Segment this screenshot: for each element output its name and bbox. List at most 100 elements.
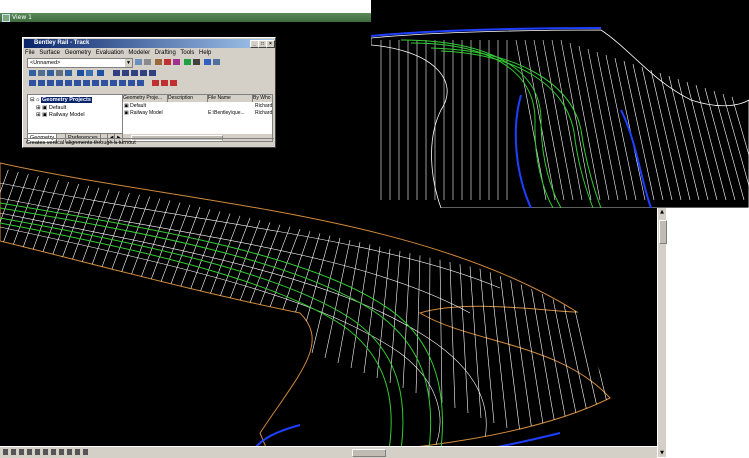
view-control-icon[interactable] bbox=[11, 449, 16, 455]
app-title: Bentley Rail - Track bbox=[34, 40, 90, 46]
viewport-title: View 1 bbox=[12, 14, 32, 21]
tool-icon[interactable] bbox=[97, 70, 104, 76]
menu-geometry[interactable]: Geometry bbox=[65, 50, 91, 56]
view-control-icon[interactable] bbox=[27, 449, 32, 455]
col-header-by[interactable]: By Who bbox=[253, 95, 272, 102]
tool-icon[interactable] bbox=[161, 80, 168, 86]
tool-icon[interactable] bbox=[184, 59, 191, 65]
tool-icon[interactable] bbox=[193, 59, 200, 65]
status-bar: Creates vertical alignments through a tu… bbox=[24, 138, 274, 147]
menu-evaluation[interactable]: Evaluation bbox=[96, 50, 124, 56]
rail-track-window: Bentley Rail - Track _ □ × File Surface … bbox=[22, 37, 276, 148]
col-header-name[interactable]: Geometry Proje... bbox=[123, 95, 168, 102]
tool-icon[interactable] bbox=[56, 80, 63, 86]
menu-modeler[interactable]: Modeler bbox=[128, 50, 150, 56]
row-by: Richard bbox=[255, 103, 272, 109]
app-title-bar[interactable]: Bentley Rail - Track _ □ × bbox=[24, 39, 275, 48]
tool-icon[interactable] bbox=[56, 70, 63, 76]
col-header-description[interactable]: Description bbox=[168, 95, 208, 102]
tool-icon[interactable] bbox=[213, 59, 220, 65]
tool-icon[interactable] bbox=[128, 80, 135, 86]
row-file: E:\Bentley\que... bbox=[208, 110, 245, 116]
project-combo[interactable]: <Unnamed> ▼ bbox=[27, 58, 133, 68]
view-control-icon[interactable] bbox=[43, 449, 48, 455]
toolbar-row-3 bbox=[27, 79, 187, 87]
tool-icon[interactable] bbox=[131, 70, 138, 76]
tool-icon[interactable] bbox=[29, 80, 36, 86]
tool-icon[interactable] bbox=[113, 70, 120, 76]
tool-icon[interactable] bbox=[135, 59, 142, 65]
tool-icon[interactable] bbox=[164, 59, 171, 65]
tool-icon[interactable] bbox=[155, 59, 162, 65]
scroll-thumb[interactable] bbox=[659, 220, 667, 244]
tool-icon[interactable] bbox=[149, 70, 156, 76]
tree-root-label: Geometry Projects bbox=[41, 97, 92, 103]
project-list[interactable]: Geometry Proje... Description File Name … bbox=[122, 94, 273, 142]
tree-item[interactable]: ⊞ ▣ Default bbox=[36, 105, 66, 112]
row-name: Railway Model bbox=[130, 110, 163, 116]
menu-surface[interactable]: Surface bbox=[39, 50, 60, 56]
menu-file[interactable]: File bbox=[25, 50, 35, 56]
menu-help[interactable]: Help bbox=[199, 50, 211, 56]
horizontal-scroll-thumb[interactable] bbox=[352, 449, 386, 457]
toolbar-row-2 bbox=[27, 69, 167, 77]
tree-item[interactable]: ⊞ ▣ Railway Model bbox=[36, 112, 85, 119]
view-controls-bar bbox=[0, 446, 657, 458]
view-control-icon[interactable] bbox=[19, 449, 24, 455]
tool-icon[interactable] bbox=[65, 70, 72, 76]
view-control-icon[interactable] bbox=[67, 449, 72, 455]
tool-icon[interactable] bbox=[77, 70, 84, 76]
tree-root[interactable]: ⊟ ⌂ Geometry Projects bbox=[30, 97, 92, 104]
view-control-icon[interactable] bbox=[59, 449, 64, 455]
scroll-down-icon[interactable]: ▼ bbox=[658, 449, 666, 457]
tool-icon[interactable] bbox=[137, 80, 144, 86]
tool-icon[interactable] bbox=[65, 80, 72, 86]
tree-item-label: Railway Model bbox=[48, 112, 85, 118]
tool-icon[interactable] bbox=[101, 80, 108, 86]
tool-icon[interactable] bbox=[47, 70, 54, 76]
tool-icon[interactable] bbox=[170, 80, 177, 86]
view-control-icon[interactable] bbox=[51, 449, 56, 455]
tool-icon[interactable] bbox=[173, 59, 180, 65]
inset-mesh-graphic bbox=[371, 27, 749, 208]
tool-icon[interactable] bbox=[38, 70, 45, 76]
scroll-up-icon[interactable]: ▲ bbox=[658, 208, 666, 216]
tool-icon[interactable] bbox=[122, 70, 129, 76]
view-control-icon[interactable] bbox=[75, 449, 80, 455]
tool-icon[interactable] bbox=[47, 80, 54, 86]
view-control-icon[interactable] bbox=[83, 449, 88, 455]
tool-icon[interactable] bbox=[86, 70, 93, 76]
project-tree[interactable]: ⊟ ⌂ Geometry Projects ⊞ ▣ Default ⊞ ▣ Ra… bbox=[27, 94, 123, 134]
menu-tools[interactable]: Tools bbox=[180, 50, 194, 56]
tool-icon[interactable] bbox=[119, 80, 126, 86]
tree-item-label: Default bbox=[48, 105, 67, 111]
toolbar-row-1 bbox=[133, 58, 243, 66]
tool-icon[interactable] bbox=[92, 80, 99, 86]
table-row[interactable]: ▣ Railway Model bbox=[124, 110, 168, 117]
row-by: Richard bbox=[255, 110, 272, 116]
tool-icon[interactable] bbox=[140, 70, 147, 76]
row-name: Default bbox=[130, 103, 146, 109]
tool-icon[interactable] bbox=[110, 80, 117, 86]
combo-value: <Unnamed> bbox=[30, 60, 61, 66]
tool-icon[interactable] bbox=[144, 59, 151, 65]
tool-icon[interactable] bbox=[29, 70, 36, 76]
close-icon[interactable]: × bbox=[266, 40, 275, 48]
tool-icon[interactable] bbox=[152, 80, 159, 86]
menu-drafting[interactable]: Drafting bbox=[155, 50, 176, 56]
viewport-title-bar[interactable]: View 1 bbox=[0, 13, 371, 22]
view-control-icon[interactable] bbox=[3, 449, 8, 455]
view-control-icon[interactable] bbox=[35, 449, 40, 455]
tool-icon[interactable] bbox=[74, 80, 81, 86]
vertical-scrollbar[interactable]: ▲ ▼ bbox=[657, 208, 667, 457]
tool-icon[interactable] bbox=[204, 59, 211, 65]
chevron-down-icon[interactable]: ▼ bbox=[125, 59, 132, 67]
inset-viewport[interactable] bbox=[371, 0, 749, 208]
status-text: Creates vertical alignments through a tu… bbox=[26, 140, 136, 146]
tool-icon[interactable] bbox=[83, 80, 90, 86]
col-header-file[interactable]: File Name bbox=[208, 95, 253, 102]
tool-icon[interactable] bbox=[38, 80, 45, 86]
view-icon bbox=[2, 14, 10, 22]
menu-bar: File Surface Geometry Evaluation Modeler… bbox=[25, 49, 273, 57]
table-row[interactable]: ▣ Default bbox=[124, 103, 168, 110]
